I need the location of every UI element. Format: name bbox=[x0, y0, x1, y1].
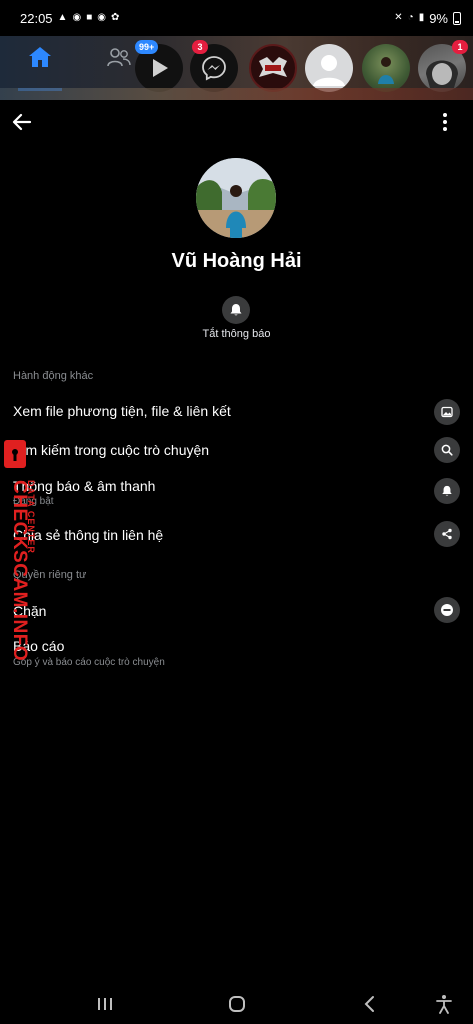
status-bar: 22:05 ▲ ◉ ■ ◉ ✿ ✕ ◔ ▮ 9% bbox=[0, 0, 473, 36]
battery-percent: 9% bbox=[429, 10, 448, 26]
bell-icon bbox=[230, 304, 242, 316]
default-avatar-icon bbox=[313, 55, 345, 86]
share-icon bbox=[434, 521, 460, 547]
block-row[interactable]: Chặn bbox=[0, 596, 473, 624]
warning-icon: ▲ bbox=[57, 12, 68, 23]
back-arrow-icon[interactable] bbox=[10, 110, 34, 134]
mute-status-icon: ✕ bbox=[394, 12, 403, 23]
status-time: 22:05 bbox=[20, 10, 53, 26]
system-navigation-bar bbox=[0, 984, 473, 1024]
group-logo-icon bbox=[259, 57, 287, 77]
mute-notifications-label: Tắt thông báo bbox=[202, 328, 271, 340]
back-button-icon[interactable] bbox=[360, 994, 380, 1014]
notifications-sound-row[interactable]: Thông báo & âm thanh Đang bật bbox=[0, 476, 473, 510]
checkscam-lock-logo: CHECKSCAM.INFO DATA CENTER bbox=[4, 440, 36, 661]
profile-name: Vũ Hoàng Hải bbox=[171, 250, 302, 272]
recent-apps-icon[interactable] bbox=[95, 994, 115, 1014]
messenger-badge: 3 bbox=[192, 40, 208, 54]
bell-icon bbox=[434, 478, 460, 504]
person-photo-icon bbox=[378, 57, 394, 84]
home-icon[interactable] bbox=[28, 46, 52, 68]
messenger-notification-icon-2: ◉ bbox=[97, 12, 106, 23]
user-chathead-default[interactable] bbox=[305, 44, 353, 92]
search-conversation-label: Tìm kiếm trong cuộc trò chuyện bbox=[13, 442, 210, 458]
status-right: ✕ ◔ ▮ 9% bbox=[394, 11, 461, 26]
chat-heads-strip: 99+ 3 1 bbox=[0, 36, 473, 100]
report-row[interactable]: Báo cáo Góp ý và báo cáo cuộc trò chuyện bbox=[0, 636, 473, 670]
home-button-icon[interactable] bbox=[227, 994, 247, 1014]
play-icon bbox=[153, 59, 168, 77]
more-options-icon[interactable] bbox=[433, 110, 457, 134]
status-left: 22:05 ▲ ◉ ■ ◉ ✿ bbox=[20, 11, 119, 26]
search-icon bbox=[434, 437, 460, 463]
share-contact-row[interactable]: Chia sẻ thông tin liên hệ bbox=[0, 520, 473, 548]
home-tab-indicator bbox=[18, 88, 62, 91]
signal-icon: ▮ bbox=[418, 12, 425, 23]
accessibility-icon[interactable] bbox=[434, 994, 454, 1014]
profile-avatar[interactable] bbox=[196, 158, 276, 238]
section-title-other-actions: Hành động khác bbox=[13, 370, 94, 382]
anime-badge: 1 bbox=[452, 40, 468, 54]
search-conversation-row[interactable]: Tìm kiếm trong cuộc trò chuyện bbox=[0, 436, 473, 464]
image-icon bbox=[434, 399, 460, 425]
group-chathead[interactable] bbox=[249, 44, 297, 92]
svg-text:DATA CENTER: DATA CENTER bbox=[26, 480, 36, 554]
view-media-label: Xem file phương tiện, file & liên kết bbox=[13, 403, 231, 419]
video-badge: 99+ bbox=[135, 40, 159, 54]
wifi-icon: ◔ bbox=[407, 12, 414, 23]
friends-icon[interactable] bbox=[106, 46, 132, 68]
mute-notifications-button[interactable] bbox=[222, 296, 250, 324]
header-bar bbox=[0, 100, 473, 144]
profile-photo bbox=[196, 158, 276, 238]
messenger-notification-icon: ◉ bbox=[72, 12, 82, 23]
user-chathead-photo[interactable] bbox=[362, 44, 410, 92]
messenger-icon bbox=[202, 56, 226, 81]
app-notification-icon: ✿ bbox=[110, 12, 120, 23]
battery-icon bbox=[453, 11, 461, 25]
block-icon bbox=[434, 597, 460, 623]
gmail-notification-icon: ■ bbox=[86, 12, 93, 23]
view-media-row[interactable]: Xem file phương tiện, file & liên kết bbox=[0, 398, 473, 426]
checkscam-watermark: CHECKSCAM.INFO DATA CENTER bbox=[2, 438, 42, 668]
